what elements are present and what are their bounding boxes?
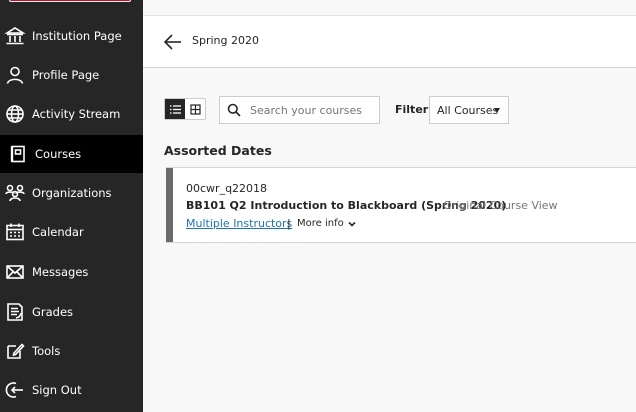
back-button[interactable] bbox=[163, 32, 183, 52]
sidebar-item-label: Messages bbox=[32, 265, 89, 279]
sidebar-item-label: Institution Page bbox=[32, 29, 122, 43]
sidebar-item-organizations[interactable]: Organizations bbox=[0, 174, 143, 212]
sidebar-item-label: Profile Page bbox=[32, 68, 100, 82]
course-search bbox=[219, 96, 380, 124]
page-title: Spring 2020 bbox=[192, 34, 259, 47]
arrow-left-icon bbox=[163, 34, 181, 50]
sidebar-item-activity-stream[interactable]: Activity Stream bbox=[0, 95, 143, 133]
sidebar-item-label: Tools bbox=[32, 344, 61, 358]
list-view-button[interactable] bbox=[165, 99, 185, 119]
grades-icon bbox=[4, 301, 26, 323]
sidebar-item-calendar[interactable]: Calendar bbox=[0, 213, 143, 251]
main-content: Spring 2020 Filter All Courses Assorted … bbox=[143, 0, 636, 412]
tools-icon bbox=[4, 340, 26, 362]
institution-banner bbox=[9, 0, 131, 2]
sidebar-item-sign-out[interactable]: Sign Out bbox=[0, 371, 143, 409]
filter-value: All Courses bbox=[437, 103, 499, 117]
term-section-title: Assorted Dates bbox=[164, 143, 272, 158]
sidebar: Institution Page Profile Page Activity S… bbox=[0, 0, 143, 412]
calendar-icon bbox=[4, 221, 26, 243]
search-input[interactable] bbox=[250, 103, 370, 117]
sidebar-item-tools[interactable]: Tools bbox=[0, 332, 143, 370]
course-view-type: Original Course View bbox=[443, 199, 558, 212]
instructors-link[interactable]: Multiple Instructors bbox=[186, 217, 292, 230]
sidebar-item-label: Calendar bbox=[32, 225, 84, 239]
organizations-icon bbox=[4, 182, 26, 204]
sidebar-item-label: Grades bbox=[32, 305, 74, 319]
sidebar-item-label: Activity Stream bbox=[32, 107, 121, 121]
sidebar-item-label: Organizations bbox=[32, 186, 112, 200]
sidebar-item-label: Courses bbox=[35, 147, 82, 161]
filter-select[interactable]: All Courses bbox=[429, 96, 509, 124]
view-toggle bbox=[164, 98, 206, 120]
filter-label: Filter bbox=[395, 103, 429, 116]
course-id: 00cwr_q22018 bbox=[186, 182, 268, 195]
more-info-button[interactable]: More info bbox=[297, 218, 356, 229]
search-icon bbox=[227, 102, 243, 118]
chevron-down-icon bbox=[348, 221, 356, 227]
caret-down-icon bbox=[494, 108, 500, 113]
envelope-icon bbox=[4, 261, 26, 283]
grid-icon bbox=[189, 103, 201, 115]
sidebar-item-grades[interactable]: Grades bbox=[0, 293, 143, 331]
grid-view-button[interactable] bbox=[185, 99, 205, 119]
sidebar-item-label: Sign Out bbox=[32, 383, 82, 397]
courses-icon bbox=[7, 143, 29, 165]
sidebar-item-profile-page[interactable]: Profile Page bbox=[0, 56, 143, 94]
page-header: Spring 2020 bbox=[143, 15, 636, 68]
institution-icon bbox=[4, 25, 26, 47]
sidebar-item-institution-page[interactable]: Institution Page bbox=[0, 17, 143, 55]
sign-out-icon bbox=[4, 379, 26, 401]
sidebar-item-courses[interactable]: Courses bbox=[0, 135, 143, 173]
course-color-bar bbox=[166, 168, 173, 242]
globe-icon bbox=[4, 103, 26, 125]
profile-icon bbox=[4, 64, 26, 86]
sidebar-item-messages[interactable]: Messages bbox=[0, 253, 143, 291]
course-list-item: 00cwr_q22018 BB101 Q2 Introduction to Bl… bbox=[166, 167, 636, 243]
list-icon bbox=[169, 104, 181, 114]
separator: | bbox=[287, 217, 291, 230]
more-info-label: More info bbox=[297, 218, 344, 229]
